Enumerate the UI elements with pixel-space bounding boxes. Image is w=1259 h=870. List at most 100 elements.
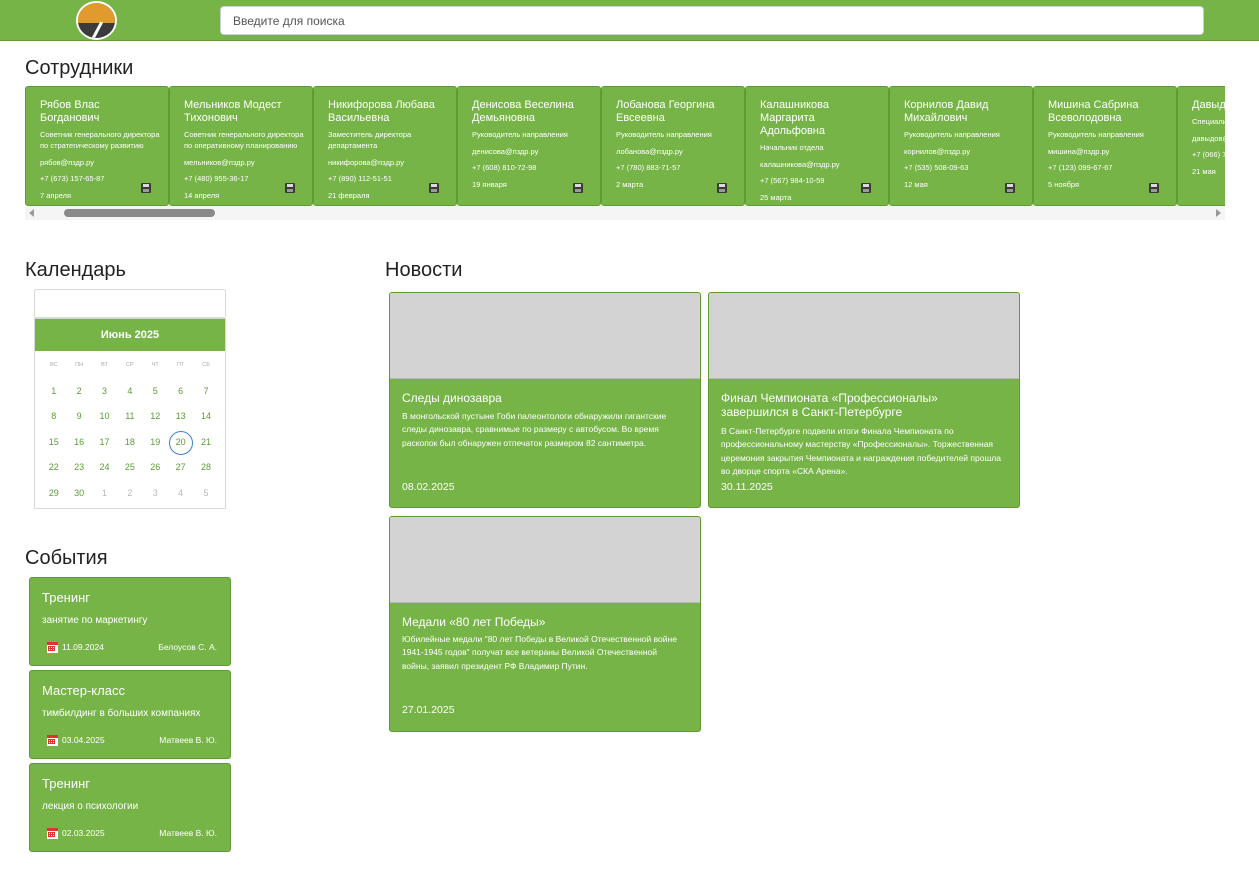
save-contact-icon[interactable] xyxy=(141,183,151,193)
employees-carousel[interactable]: Рябов Влас Богданович Советник генерально… xyxy=(25,86,1225,220)
employee-card[interactable]: Мельников Модест Тихонович Советник генер… xyxy=(169,86,313,206)
weekday-label: ВТ xyxy=(101,362,108,368)
calendar-day[interactable]: 24 xyxy=(92,455,117,480)
news-title[interactable]: Медали «80 лет Победы» xyxy=(402,615,686,629)
employee-name: Денисова Веселина Демьяновна xyxy=(472,99,574,124)
scrollbar-thumb[interactable] xyxy=(64,209,215,217)
save-contact-icon[interactable] xyxy=(1149,183,1159,193)
calendar-day[interactable]: 10 xyxy=(92,404,117,429)
news-image-placeholder xyxy=(390,293,700,379)
calendar-day[interactable]: 29 xyxy=(41,481,66,506)
employee-position: Руководитель направления xyxy=(616,130,712,139)
employee-email[interactable]: никифорова@пздр.ру xyxy=(328,157,448,168)
calendar-icon xyxy=(47,828,58,839)
event-date: 11.09.2024 xyxy=(62,642,104,652)
scroll-left-icon[interactable] xyxy=(29,209,34,217)
calendar-day[interactable]: 4 xyxy=(117,379,142,404)
event-card[interactable]: Тренинг лекция о психологии 02.03.2025 Матв… xyxy=(29,763,231,852)
calendar-day[interactable]: 25 xyxy=(117,455,142,480)
save-contact-icon[interactable] xyxy=(861,183,871,193)
employee-card[interactable]: Давыдов Алексей Специалист давыдов@пздр.ру… xyxy=(1177,86,1225,206)
event-author: Белоусов С. А. xyxy=(158,642,217,652)
calendar-day[interactable]: 7 xyxy=(193,379,218,404)
calendar-day[interactable]: 28 xyxy=(193,455,218,480)
calendar-day[interactable]: 9 xyxy=(66,404,91,429)
news-text: В Санкт-Петербурге подвели итоги Финала … xyxy=(721,426,1001,476)
logo-icon[interactable] xyxy=(76,1,117,40)
news-card[interactable]: Следы динозавра В монгольской пустыне Гоб… xyxy=(389,292,701,508)
calendar-day[interactable]: 3 xyxy=(143,481,168,506)
news-title[interactable]: Финал Чемпионата «Профессионалы» заверши… xyxy=(721,391,1005,419)
news-title[interactable]: Следы динозавра xyxy=(402,391,686,405)
employee-card[interactable]: Рябов Влас Богданович Советник генерально… xyxy=(25,86,169,206)
employee-name: Рябов Влас Богданович xyxy=(40,99,100,124)
scroll-right-icon[interactable] xyxy=(1216,209,1221,217)
calendar-day[interactable]: 21 xyxy=(193,430,218,455)
calendar-day[interactable]: 12 xyxy=(143,404,168,429)
calendar-day[interactable]: 18 xyxy=(117,430,142,455)
news-card[interactable]: Медали «80 лет Победы» Юбилейные медали "… xyxy=(389,516,701,732)
calendar-day-today[interactable]: 20 xyxy=(168,430,194,456)
calendar-day[interactable]: 27 xyxy=(168,455,193,480)
employee-phone: +7 (066) 7 xyxy=(1192,150,1225,159)
calendar-day[interactable]: 5 xyxy=(143,379,168,404)
calendar-day[interactable]: 30 xyxy=(66,481,91,506)
calendar-day[interactable]: 2 xyxy=(66,379,91,404)
weekday-label: ЧТ xyxy=(151,362,159,368)
employee-position: Руководитель направления xyxy=(1048,130,1144,139)
calendar-day[interactable]: 22 xyxy=(41,455,66,480)
save-contact-icon[interactable] xyxy=(429,183,439,193)
employees-scrollbar[interactable] xyxy=(25,206,1225,220)
news-card[interactable]: Финал Чемпионата «Профессионалы» заверши… xyxy=(708,292,1020,508)
calendar-day[interactable]: 14 xyxy=(193,404,218,429)
employee-email[interactable]: денисова@пздр.ру xyxy=(472,146,592,157)
calendar-day[interactable]: 26 xyxy=(143,455,168,480)
employee-name: Мишина Сабрина Всеволодовна xyxy=(1048,99,1139,124)
calendar-day[interactable]: 11 xyxy=(117,404,142,429)
employee-card[interactable]: Денисова Веселина Демьяновна Руководитель… xyxy=(457,86,601,206)
employee-email[interactable]: корнилов@пздр.ру xyxy=(904,146,1024,157)
event-card[interactable]: Тренинг занятие по маркетингу 11.09.2024 Бе… xyxy=(29,577,231,666)
calendar-day[interactable]: 16 xyxy=(66,430,91,455)
employee-card[interactable]: Мишина Сабрина Всеволодовна Руководитель … xyxy=(1033,86,1177,206)
calendar-icon xyxy=(47,642,58,653)
event-title: Мастер-класс xyxy=(42,683,125,698)
calendar-day[interactable]: 15 xyxy=(41,430,66,455)
employee-card[interactable]: Лобанова Георгина Евсеевна Руководитель н… xyxy=(601,86,745,206)
calendar-heading: Календарь xyxy=(25,259,126,281)
calendar-day[interactable]: 5 xyxy=(193,481,218,506)
employee-email[interactable]: давыдов@пздр.ру xyxy=(1192,133,1225,144)
employee-card[interactable]: Калашникова Маргарита Адольфовна Начальни… xyxy=(745,86,889,206)
employee-position: Советник генерального директора по страт… xyxy=(40,130,160,150)
calendar-day[interactable]: 13 xyxy=(168,404,193,429)
save-contact-icon[interactable] xyxy=(717,183,727,193)
calendar-day[interactable]: 4 xyxy=(168,481,193,506)
employee-email[interactable]: мишина@пздр.ру xyxy=(1048,146,1168,157)
calendar-date-input[interactable] xyxy=(34,289,226,318)
event-card[interactable]: Мастер-класс тимбилдинг в больших компани… xyxy=(29,670,231,759)
employee-phone: +7 (535) 508-09-63 xyxy=(904,163,969,172)
calendar-day[interactable]: 6 xyxy=(168,379,193,404)
save-contact-icon[interactable] xyxy=(285,183,295,193)
employee-email[interactable]: мельников@пздр.ру xyxy=(184,157,304,168)
employee-name: Лобанова Георгина Евсеевна xyxy=(616,99,715,124)
employee-card[interactable]: Никифорова Любава Васильевна Заместитель … xyxy=(313,86,457,206)
employee-card[interactable]: Корнилов Давид Михайлович Руководитель на… xyxy=(889,86,1033,206)
calendar-day[interactable]: 2 xyxy=(117,481,142,506)
calendar-day[interactable]: 8 xyxy=(41,404,66,429)
calendar-day[interactable]: 17 xyxy=(92,430,117,455)
calendar-day[interactable]: 23 xyxy=(66,455,91,480)
employee-email[interactable]: лобанова@пздр.ру xyxy=(616,146,736,157)
calendar-day[interactable]: 19 xyxy=(143,430,168,455)
calendar-month-label[interactable]: Июнь 2025 xyxy=(35,319,225,351)
news-text: В монгольской пустыне Гоби палеонтологи … xyxy=(402,411,667,448)
save-contact-icon[interactable] xyxy=(1005,183,1015,193)
save-contact-icon[interactable] xyxy=(573,183,583,193)
calendar-day[interactable]: 3 xyxy=(92,379,117,404)
employee-email[interactable]: рябов@пздр.ру xyxy=(40,157,160,168)
news-text: Юбилейные медали "80 лет Победы в Велико… xyxy=(402,634,677,671)
employee-email[interactable]: калашникова@пздр.ру xyxy=(760,159,880,170)
search-input[interactable] xyxy=(220,6,1204,35)
calendar-day[interactable]: 1 xyxy=(41,379,66,404)
calendar-day[interactable]: 1 xyxy=(92,481,117,506)
